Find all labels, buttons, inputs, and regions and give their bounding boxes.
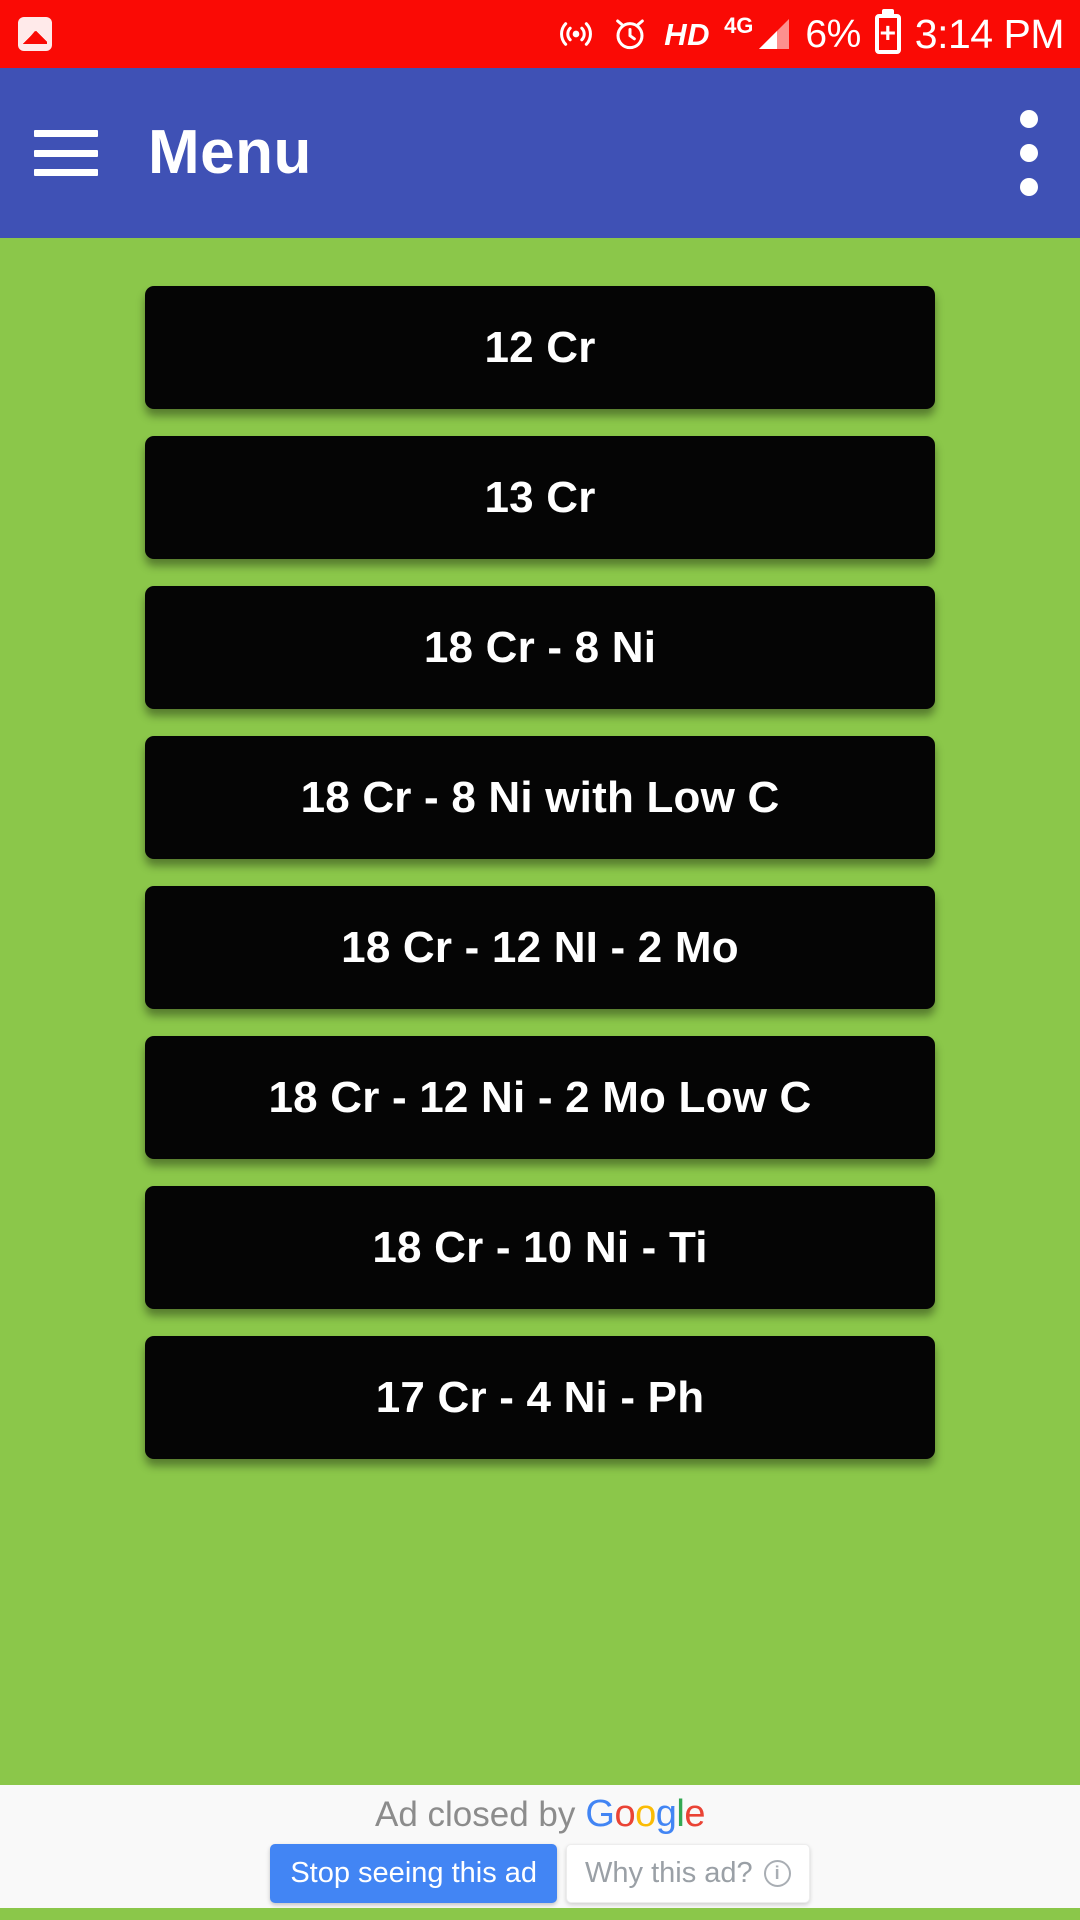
ad-action-buttons: Stop seeing this ad Why this ad? i — [270, 1843, 810, 1903]
menu-item-12-cr[interactable]: 12 Cr — [145, 286, 935, 409]
info-icon: i — [763, 1859, 791, 1887]
menu-button-list: 12 Cr 13 Cr 18 Cr - 8 Ni 18 Cr - 8 Ni wi… — [0, 286, 1080, 1459]
menu-item-13-cr[interactable]: 13 Cr — [145, 436, 935, 559]
app-bar: Menu — [0, 68, 1080, 238]
menu-item-18-cr-12-ni-2-mo-low-c[interactable]: 18 Cr - 12 Ni - 2 Mo Low C — [145, 1036, 935, 1159]
signal-indicator: 4G — [724, 15, 791, 53]
why-this-ad-label: Why this ad? — [585, 1856, 753, 1889]
alarm-icon — [610, 14, 650, 54]
menu-item-18-cr-12-ni-2-mo[interactable]: 18 Cr - 12 NI - 2 Mo — [145, 886, 935, 1009]
network-type-label: 4G — [724, 13, 754, 38]
photo-icon — [18, 17, 52, 51]
ad-banner: Ad closed by Google Stop seeing this ad … — [0, 1785, 1080, 1908]
menu-item-18-cr-10-ni-ti[interactable]: 18 Cr - 10 Ni - Ti — [145, 1186, 935, 1309]
hd-indicator: HD — [664, 16, 711, 52]
status-bar-left — [18, 17, 52, 51]
google-letter-o1: o — [614, 1792, 636, 1835]
battery-charging-icon: + — [874, 14, 901, 54]
google-letter-o2: o — [635, 1792, 656, 1835]
hamburger-icon[interactable] — [34, 130, 98, 176]
ad-closed-label: Ad closed by — [375, 1794, 576, 1834]
ad-closed-message: Ad closed by Google — [375, 1795, 705, 1833]
menu-item-18-cr-8-ni-low-c[interactable]: 18 Cr - 8 Ni with Low C — [145, 736, 935, 859]
clock-label: 3:14 PM — [914, 10, 1065, 57]
status-bar-right: HD 4G 6% + 3:14 PM — [556, 10, 1065, 57]
battery-percent-label: 6% — [805, 12, 861, 56]
signal-bars-icon — [759, 19, 790, 49]
menu-item-17-cr-4-ni-ph[interactable]: 17 Cr - 4 Ni - Ph — [145, 1336, 935, 1459]
google-logo: Google — [585, 1795, 705, 1833]
stop-seeing-this-ad-button[interactable]: Stop seeing this ad — [270, 1843, 558, 1903]
main-content: 12 Cr 13 Cr 18 Cr - 8 Ni 18 Cr - 8 Ni wi… — [0, 238, 1080, 1785]
overflow-menu-icon[interactable] — [1020, 110, 1042, 196]
menu-item-18-cr-8-ni[interactable]: 18 Cr - 8 Ni — [145, 586, 935, 709]
hotspot-icon — [556, 14, 596, 54]
bottom-edge-strip — [0, 1908, 1080, 1920]
google-letter-g2: g — [655, 1792, 677, 1835]
app-screen: HD 4G 6% + 3:14 PM Menu 12 Cr 13 Cr 18 C… — [0, 0, 1080, 1920]
status-bar: HD 4G 6% + 3:14 PM — [0, 0, 1080, 68]
google-letter-g: G — [585, 1792, 615, 1835]
google-letter-e: e — [684, 1792, 705, 1835]
why-this-ad-button[interactable]: Why this ad? i — [566, 1843, 810, 1903]
page-title: Menu — [148, 118, 312, 187]
